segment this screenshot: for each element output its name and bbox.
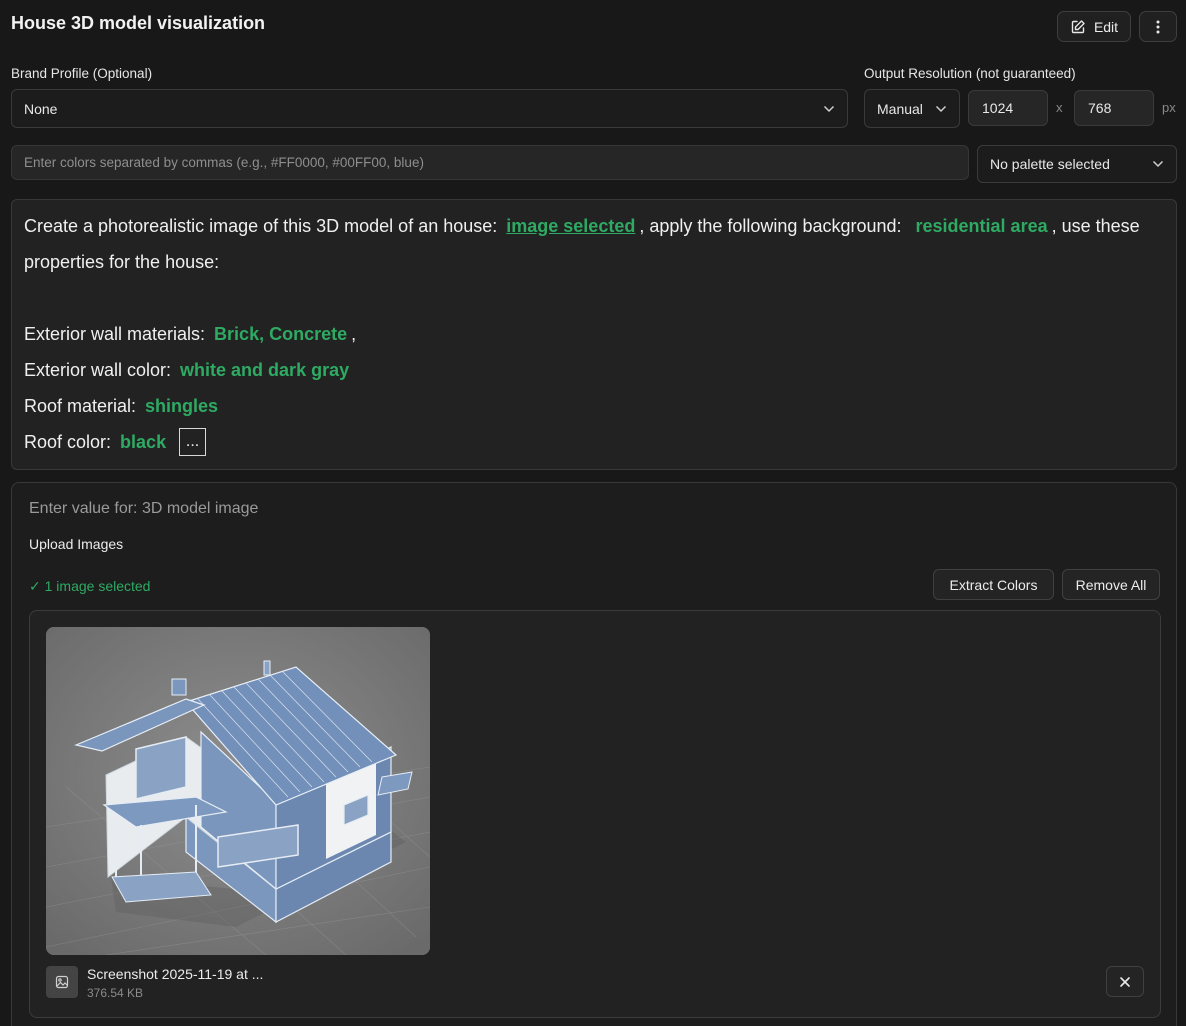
palette-select[interactable]: No palette selected [977, 145, 1177, 183]
edit-button[interactable]: Edit [1057, 11, 1131, 42]
upload-panel: Enter value for: 3D model image Upload I… [11, 482, 1177, 1026]
remove-image-button[interactable] [1106, 966, 1144, 997]
times-separator: x [1056, 100, 1063, 115]
variable-wall-color[interactable]: white and dark gray [180, 360, 349, 381]
prompt-line: Create a photorealistic image of this 3D… [24, 208, 1164, 244]
prompt-label: Roof color: [24, 431, 112, 452]
prompt-line: Exterior wall materials: Brick, Concrete… [24, 316, 1164, 352]
prompt-line: Exterior wall color: white and dark gray [24, 352, 1164, 388]
chevron-down-icon [1152, 160, 1164, 168]
vertical-dots-icon [1156, 20, 1160, 34]
width-input[interactable]: 1024 [968, 90, 1048, 126]
image-list: Screenshot 2025-11-19 at ... 376.54 KB [29, 610, 1161, 1018]
pixel-unit-label: px [1162, 100, 1176, 115]
prompt-text: properties for the house: [24, 251, 220, 272]
variable-roof-material[interactable]: shingles [145, 396, 218, 417]
prompt-text: , [351, 323, 357, 344]
height-input[interactable]: 768 [1074, 90, 1154, 126]
prompt-label: Exterior wall materials: [24, 323, 206, 344]
brand-profile-select[interactable]: None [11, 89, 848, 128]
resolution-mode-value: Manual [877, 100, 923, 117]
prompt-line: properties for the house: [24, 244, 1164, 280]
variable-image[interactable]: image selected [506, 216, 635, 237]
prompt-line: Roof color: black ... [24, 424, 1164, 460]
image-file-icon [46, 966, 78, 998]
close-icon [1119, 976, 1131, 988]
colors-input[interactable]: Enter colors separated by commas (e.g., … [11, 145, 969, 180]
prompt-text: , apply the following background: [639, 215, 902, 236]
chevron-down-icon [823, 105, 835, 113]
house-model-thumbnail[interactable] [46, 627, 430, 955]
prompt-empty-line [24, 280, 1164, 316]
prompt-text: Create a photorealistic image of this 3D… [24, 215, 498, 236]
page: House 3D model visualization Edit Brand … [0, 0, 1186, 1026]
file-size: 376.54 KB [87, 986, 144, 1000]
chevron-down-icon [935, 105, 947, 113]
resolution-mode-select[interactable]: Manual [864, 89, 960, 128]
page-title: House 3D model visualization [11, 13, 266, 33]
prompt-label: Exterior wall color: [24, 359, 172, 380]
variable-wall-materials[interactable]: Brick, Concrete [214, 324, 347, 345]
brand-profile-label: Brand Profile (Optional) [11, 66, 153, 81]
file-name: Screenshot 2025-11-19 at ... [87, 966, 264, 982]
prompt-label: Roof material: [24, 395, 137, 416]
prompt-editor[interactable]: Create a photorealistic image of this 3D… [11, 199, 1177, 470]
variable-roof-color[interactable]: black [120, 432, 166, 453]
variable-background[interactable]: residential area [916, 216, 1048, 237]
remove-all-button[interactable]: Remove All [1062, 569, 1160, 600]
upload-images-label: Upload Images [29, 536, 124, 552]
more-options-button[interactable] [1139, 11, 1177, 42]
enter-value-heading: Enter value for: 3D model image [29, 500, 259, 517]
edit-icon [1070, 19, 1086, 35]
prompt-text: , use these [1051, 215, 1140, 236]
selection-status: ✓ 1 image selected [29, 578, 151, 594]
expand-more-button[interactable]: ... [179, 428, 207, 456]
edit-label: Edit [1093, 18, 1119, 35]
palette-value: No palette selected [990, 156, 1110, 172]
output-resolution-label: Output Resolution (not guaranteed) [864, 66, 1076, 81]
prompt-line: Roof material: shingles [24, 388, 1164, 424]
extract-colors-button[interactable]: Extract Colors [933, 569, 1054, 600]
brand-profile-value: None [24, 100, 58, 117]
